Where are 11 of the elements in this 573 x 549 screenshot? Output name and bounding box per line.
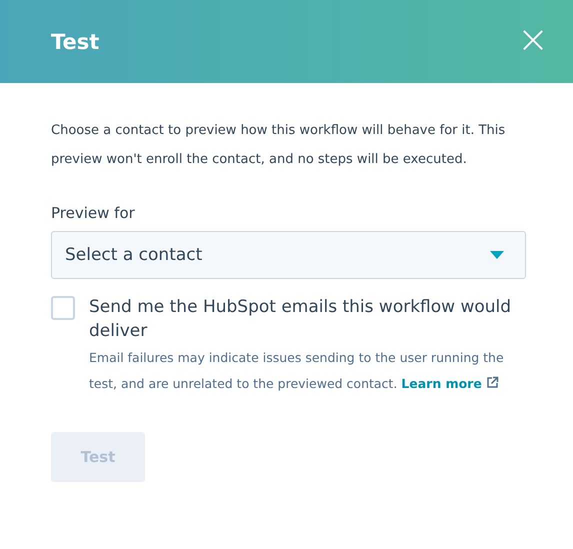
dialog-title: Test xyxy=(51,30,100,54)
contact-dropdown[interactable]: Select a contact xyxy=(51,231,526,279)
help-text: Email failures may indicate issues sending to the user running the test, and are unrelated to the previewed contact. Learn more xyxy=(89,349,505,393)
learn-more-link[interactable]: Learn more xyxy=(401,376,499,391)
checkbox[interactable] xyxy=(51,296,75,320)
description-text: Choose a contact to preview how this workflow will behave for it. This preview won't enroll the contact, and no steps will be executed. xyxy=(51,122,506,169)
field-label: Preview for xyxy=(51,204,136,222)
checkbox-label: Send me the HubSpot emails this workflow would deliver xyxy=(89,296,512,343)
external-link-icon xyxy=(486,376,499,389)
caret-icon xyxy=(490,251,504,259)
close-button[interactable]: × xyxy=(517,20,549,58)
